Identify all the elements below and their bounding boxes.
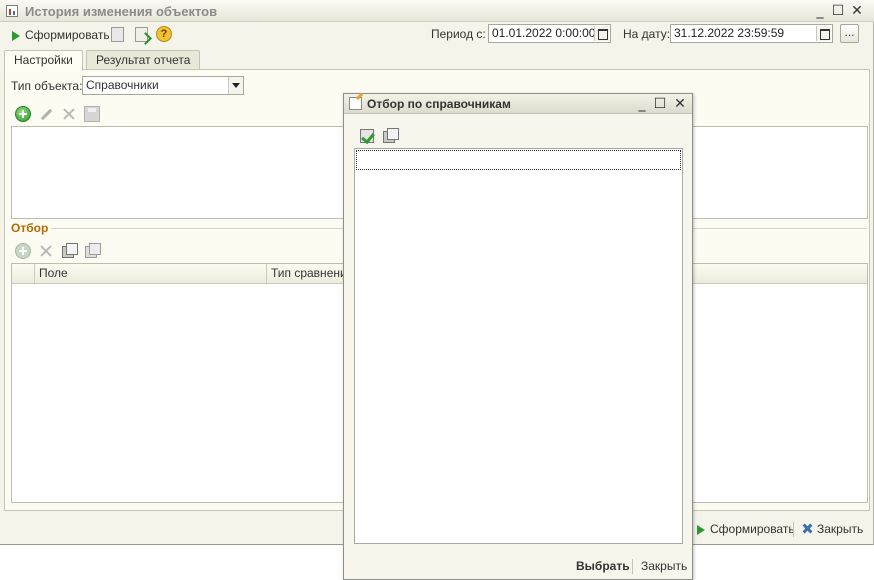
help-icon[interactable]: ? — [156, 26, 172, 42]
filter-section-title: Отбор — [11, 221, 49, 235]
filter-add-icon[interactable] — [15, 243, 31, 259]
bottom-generate-label: Сформировать — [710, 522, 795, 536]
generate-button[interactable]: Сформировать — [12, 25, 110, 45]
play-icon — [697, 524, 705, 535]
filter-delete-icon[interactable] — [38, 243, 54, 259]
dialog-title: Отбор по справочникам — [367, 97, 511, 111]
bottom-separator — [793, 522, 794, 537]
dialog-titlebar[interactable]: Отбор по справочникам _ ☐ ✕ — [344, 94, 692, 114]
dialog-minimize-button[interactable]: _ — [633, 95, 651, 113]
object-type-label: Тип объекта: — [11, 79, 83, 93]
tab-report-result[interactable]: Результат отчета — [86, 50, 201, 70]
bottom-close-label: Закрыть — [817, 522, 864, 536]
dialog-close-text-button[interactable]: Закрыть — [641, 559, 687, 573]
calendar-icon[interactable] — [594, 26, 609, 41]
save-icon[interactable] — [84, 106, 100, 122]
period-settings-button[interactable]: ... — [840, 24, 859, 43]
chevron-down-icon[interactable] — [228, 77, 243, 94]
play-icon — [12, 30, 20, 41]
period-from-field[interactable]: 01.01.2022 0:00:00 — [488, 24, 611, 43]
period-from-label: Период с: — [431, 27, 486, 41]
dialog-footer: Выбрать Закрыть — [344, 554, 692, 579]
period-from-value: 01.01.2022 0:00:00 — [492, 26, 596, 40]
tab-strip: Настройки Результат отчета — [4, 50, 870, 71]
dialog-close-button[interactable]: ✕ — [671, 95, 689, 113]
minimize-button[interactable]: _ — [811, 2, 829, 20]
check-all-icon[interactable] — [359, 127, 375, 143]
save-report-icon[interactable] — [135, 27, 148, 42]
main-titlebar[interactable]: История изменения объектов _ ☐ ✕ — [0, 0, 874, 22]
bottom-generate-button[interactable]: Сформировать — [697, 522, 795, 536]
dialog-maximize-button[interactable]: ☐ — [651, 95, 669, 113]
filter-group-icon[interactable] — [84, 242, 101, 258]
list-item[interactable] — [356, 150, 681, 170]
period-to-value: 31.12.2022 23:59:59 — [674, 26, 785, 40]
uncheck-all-icon[interactable] — [382, 127, 399, 143]
copy-report-icon[interactable] — [111, 27, 124, 42]
close-window-button[interactable]: ✕ — [848, 2, 866, 20]
edit-form-icon — [349, 97, 362, 110]
object-type-select[interactable]: Справочники — [82, 76, 244, 95]
maximize-button[interactable]: ☐ — [829, 2, 847, 20]
select-button[interactable]: Выбрать — [576, 559, 630, 573]
catalog-filter-dialog: Отбор по справочникам _ ☐ ✕ Выбрать Закр… — [343, 93, 693, 580]
generate-label: Сформировать — [25, 28, 110, 42]
edit-icon[interactable] — [38, 106, 54, 122]
column-header-field[interactable]: Поле — [34, 264, 267, 284]
calendar-icon[interactable] — [816, 26, 831, 41]
tab-settings[interactable]: Настройки — [4, 50, 83, 71]
period-to-label: На дату: — [623, 27, 671, 41]
object-type-value: Справочники — [86, 78, 159, 92]
bottom-close-button[interactable]: Закрыть — [802, 522, 863, 536]
delete-icon[interactable] — [61, 106, 77, 122]
close-icon — [802, 523, 813, 534]
window-title: История изменения объектов — [25, 4, 218, 19]
add-icon[interactable] — [15, 106, 31, 122]
period-to-field[interactable]: 31.12.2022 23:59:59 — [670, 24, 833, 43]
main-toolbar: Сформировать ? Период с: 01.01.2022 0:00… — [0, 22, 874, 48]
report-icon — [6, 5, 18, 17]
catalog-list[interactable] — [354, 148, 683, 544]
filter-copy-icon[interactable] — [61, 242, 78, 258]
footer-separator — [632, 559, 633, 574]
